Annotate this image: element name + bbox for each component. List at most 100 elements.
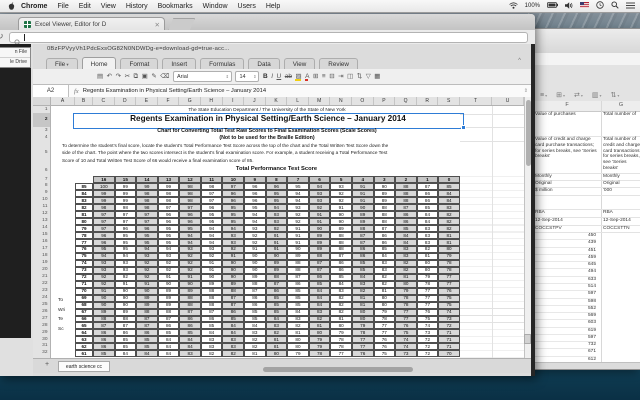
menu-item-help[interactable]: Help (266, 3, 280, 10)
undo-icon[interactable]: ↶ (107, 72, 112, 82)
score-cell[interactable]: 88 (114, 315, 137, 323)
score-cell[interactable]: 77 (416, 301, 439, 309)
perf-score-header-2[interactable]: 2 (395, 176, 417, 184)
score-cell[interactable]: 87 (93, 322, 115, 330)
score-cell[interactable]: 92 (93, 280, 115, 288)
score-cell[interactable]: 86 (136, 329, 158, 337)
column-header-A[interactable]: A (51, 97, 75, 105)
row-header-4[interactable]: 4 (45, 134, 48, 141)
score-cell[interactable]: 77 (438, 273, 460, 281)
score-cell[interactable]: 85 (351, 259, 374, 267)
score-cell[interactable]: 75 (416, 315, 439, 323)
written-score-label-74[interactable]: 74 (75, 259, 93, 267)
score-cell[interactable]: 82 (395, 266, 417, 274)
score-cell[interactable]: 83 (395, 245, 417, 253)
row-header-29[interactable]: 29 (42, 330, 47, 337)
score-cell[interactable]: 94 (200, 239, 223, 246)
score-cell[interactable]: 82 (373, 273, 396, 281)
score-cell[interactable]: 79 (395, 287, 417, 295)
score-cell[interactable]: 93 (157, 252, 180, 260)
score-cell[interactable]: 99 (157, 183, 180, 191)
score-cell[interactable]: 85 (395, 225, 417, 233)
row-header-27[interactable]: 27 (42, 316, 47, 323)
score-cell[interactable]: 93 (222, 239, 245, 246)
input-language-flag-icon[interactable] (580, 2, 589, 10)
score-cell[interactable]: 88 (287, 266, 309, 274)
score-cell[interactable]: 95 (114, 245, 137, 253)
column-header-O[interactable]: O (352, 97, 374, 105)
vertical-scrollbar[interactable] (524, 97, 531, 358)
written-score-label-66[interactable]: 66 (75, 315, 93, 323)
score-cell[interactable]: 77 (395, 308, 417, 316)
score-cell[interactable]: 87 (222, 294, 245, 302)
score-cell[interactable]: 92 (265, 225, 288, 233)
merge-cells-button[interactable]: ◫ (347, 72, 353, 82)
score-cell[interactable]: 91 (351, 190, 374, 198)
score-cell[interactable]: 77 (351, 336, 374, 344)
menu-item-bookmarks[interactable]: Bookmarks (158, 3, 193, 10)
score-cell[interactable]: 72 (416, 343, 439, 351)
score-cell[interactable]: 83 (287, 315, 309, 323)
score-cell[interactable]: 95 (222, 204, 245, 212)
score-cell[interactable]: 72 (438, 322, 460, 330)
score-cell[interactable]: 97 (93, 211, 115, 219)
address-bar-input[interactable] (9, 31, 528, 44)
score-cell[interactable]: 96 (93, 232, 115, 240)
score-cell[interactable]: 82 (395, 259, 417, 267)
score-cell[interactable]: 84 (222, 329, 245, 337)
score-cell[interactable]: 97 (222, 183, 245, 191)
score-cell[interactable]: 92 (93, 273, 115, 281)
score-cell[interactable]: 87 (373, 225, 396, 233)
written-score-label-78[interactable]: 78 (75, 232, 93, 240)
score-cell[interactable]: 90 (157, 280, 180, 288)
score-cell[interactable]: 81 (351, 301, 374, 309)
score-cell[interactable]: 81 (330, 315, 352, 323)
score-cell[interactable]: 83 (395, 252, 417, 260)
score-cell[interactable]: 81 (416, 252, 439, 260)
score-cell[interactable]: 87 (395, 204, 417, 212)
score-cell[interactable]: 91 (136, 280, 158, 288)
score-cell[interactable]: 85 (244, 315, 266, 323)
score-cell[interactable]: 89 (114, 308, 137, 316)
score-cell[interactable]: 84 (438, 197, 460, 205)
score-cell[interactable]: 84 (179, 336, 201, 344)
score-cell[interactable]: 92 (136, 273, 158, 281)
score-cell[interactable]: 91 (351, 197, 374, 205)
menu-item-users[interactable]: Users (238, 3, 256, 10)
copy-icon[interactable]: ⧉ (134, 72, 139, 82)
score-cell[interactable]: 86 (287, 280, 309, 288)
score-cell[interactable]: 84 (114, 350, 137, 358)
score-cell[interactable]: 89 (287, 252, 309, 260)
score-cell[interactable]: 94 (244, 211, 266, 219)
google-drive-button[interactable]: le Drive (0, 58, 30, 67)
score-cell[interactable]: 85 (330, 273, 352, 281)
score-cell[interactable]: 97 (136, 218, 158, 226)
score-cell[interactable]: 95 (200, 218, 223, 226)
menu-item-edit[interactable]: Edit (79, 3, 91, 10)
score-cell[interactable]: 89 (93, 308, 115, 316)
row-header-26[interactable]: 26 (42, 309, 47, 316)
score-cell[interactable]: 91 (179, 273, 201, 281)
score-cell[interactable]: 99 (136, 183, 158, 191)
written-score-label-65[interactable]: 65 (75, 322, 93, 330)
written-score-label-83[interactable]: 83 (75, 197, 93, 205)
score-cell[interactable]: 85 (200, 322, 223, 330)
score-cell[interactable]: 98 (179, 190, 201, 198)
score-cell[interactable]: 83 (308, 308, 331, 316)
score-cell[interactable]: 93 (308, 197, 331, 205)
score-cell[interactable]: 80 (330, 322, 352, 330)
score-cell[interactable]: 92 (114, 273, 137, 281)
score-cell[interactable]: 83 (265, 322, 288, 330)
score-cell[interactable]: 83 (438, 204, 460, 212)
score-cell[interactable]: 74 (395, 343, 417, 351)
row-header-19[interactable]: 19 (42, 260, 47, 267)
score-cell[interactable]: 90 (244, 252, 266, 260)
perf-score-header-13[interactable]: 13 (157, 176, 180, 184)
score-cell[interactable]: 92 (330, 197, 352, 205)
score-cell[interactable]: 76 (395, 322, 417, 330)
score-cell[interactable]: 83 (200, 336, 223, 344)
score-cell[interactable]: 96 (93, 239, 115, 246)
score-cell[interactable]: 82 (287, 322, 309, 330)
score-cell[interactable]: 86 (93, 336, 115, 344)
row-header-28[interactable]: 28 (42, 323, 47, 330)
